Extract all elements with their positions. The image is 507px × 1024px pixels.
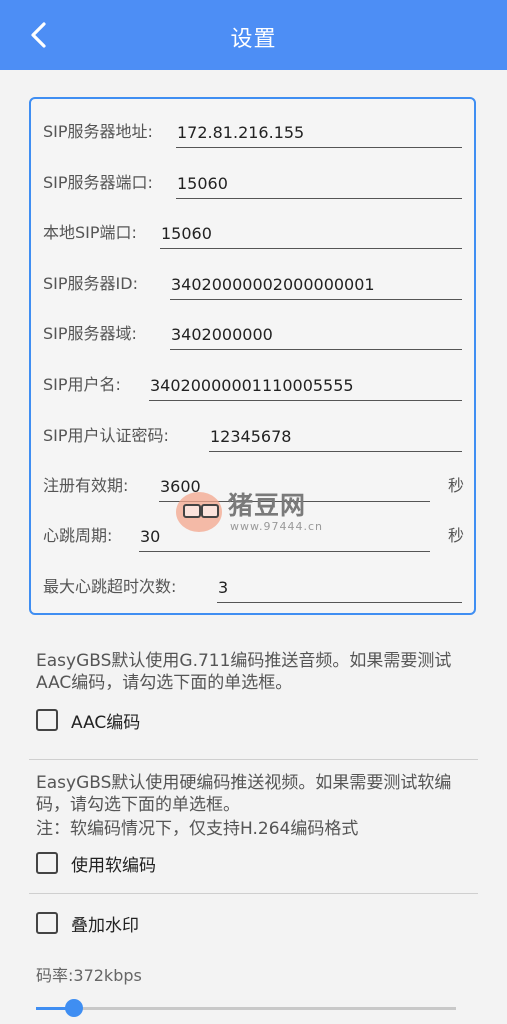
local-port-label: 本地SIP端口: [43, 223, 137, 242]
auth-password-value: 12345678 [210, 427, 292, 446]
local-port-value: 15060 [161, 224, 212, 243]
register-expiry-unit: 秒 [447, 476, 464, 495]
server-address-value: 172.81.216.155 [177, 123, 305, 142]
server-port-label: SIP服务器端口: [43, 173, 153, 192]
server-port-value: 15060 [177, 174, 228, 193]
video-note: EasyGBS默认使用硬编码推送视频。如果需要测试软编码，请勾选下面的单选框。 [36, 773, 452, 815]
aac-label: AAC编码 [71, 712, 141, 733]
heartbeat-period-value: 30 [140, 527, 161, 546]
username-row: SIP用户名: 34020000001110005555 [43, 365, 462, 401]
server-id-value: 34020000002000000001 [171, 275, 375, 294]
auth-password-row: SIP用户认证密码: 12345678 [43, 416, 462, 452]
server-domain-row: SIP服务器域: 3402000000 [43, 314, 462, 350]
max-heartbeat-timeouts-input[interactable]: 3 [217, 573, 462, 603]
bitrate-label: 码率:372kbps [36, 966, 142, 985]
watermark-checkbox[interactable] [36, 912, 58, 934]
server-id-row: SIP服务器ID: 34020000002000000001 [43, 264, 462, 300]
auth-password-input[interactable]: 12345678 [209, 422, 462, 452]
audio-note: EasyGBS默认使用G.711编码推送音频。如果需要测试AAC编码，请勾选下面… [36, 651, 452, 693]
server-port-row: SIP服务器端口: 15060 [43, 163, 462, 199]
heartbeat-period-unit: 秒 [447, 526, 464, 545]
server-domain-label: SIP服务器域: [43, 324, 137, 343]
page-title: 设置 [230, 27, 277, 52]
watermark-overlay: 猪豆网 www.97444.cn [176, 486, 336, 534]
aac-checkbox[interactable] [36, 709, 58, 731]
local-port-row: 本地SIP端口: 15060 [43, 213, 462, 249]
heartbeat-period-label: 心跳周期: [43, 526, 113, 545]
server-address-label: SIP服务器地址: [43, 122, 153, 141]
aac-option[interactable]: AAC编码 [36, 705, 140, 735]
username-value: 34020000001110005555 [150, 376, 354, 395]
server-address-row: SIP服务器地址: 172.81.216.155 [43, 112, 462, 148]
soft-encode-label: 使用软编码 [71, 855, 156, 876]
watermark-url: www.97444.cn [230, 520, 323, 533]
max-heartbeat-timeouts-value: 3 [218, 578, 229, 597]
local-port-input[interactable]: 15060 [160, 219, 462, 249]
watermark-option[interactable]: 叠加水印 [36, 908, 139, 938]
watermark-title: 猪豆网 [228, 491, 307, 520]
register-expiry-label: 注册有效期: [43, 476, 129, 495]
max-heartbeat-timeouts-label: 最大心跳超时次数: [43, 577, 177, 596]
divider [29, 759, 478, 760]
soft-encode-option[interactable]: 使用软编码 [36, 848, 156, 878]
username-label: SIP用户名: [43, 375, 121, 394]
server-domain-value: 3402000000 [171, 325, 273, 344]
divider [29, 893, 478, 894]
bitrate-slider-track[interactable] [73, 1007, 456, 1010]
bitrate-slider-thumb[interactable] [65, 999, 83, 1017]
soft-encode-checkbox[interactable] [36, 852, 58, 874]
server-domain-input[interactable]: 3402000000 [170, 320, 462, 350]
server-address-input[interactable]: 172.81.216.155 [176, 118, 462, 148]
server-port-input[interactable]: 15060 [176, 169, 462, 199]
server-id-input[interactable]: 34020000002000000001 [170, 270, 462, 300]
server-id-label: SIP服务器ID: [43, 274, 138, 293]
auth-password-label: SIP用户认证密码: [43, 426, 169, 445]
app-bar: 设置 [0, 0, 507, 70]
max-heartbeat-timeouts-row: 最大心跳超时次数: 3 [43, 567, 462, 603]
watermark-label: 叠加水印 [71, 915, 139, 936]
username-input[interactable]: 34020000001110005555 [149, 371, 462, 401]
video-note-line2: 注：软编码情况下，仅支持H.264编码格式 [36, 819, 359, 839]
sip-settings-card: SIP服务器地址: 172.81.216.155 SIP服务器端口: 15060… [29, 97, 476, 615]
